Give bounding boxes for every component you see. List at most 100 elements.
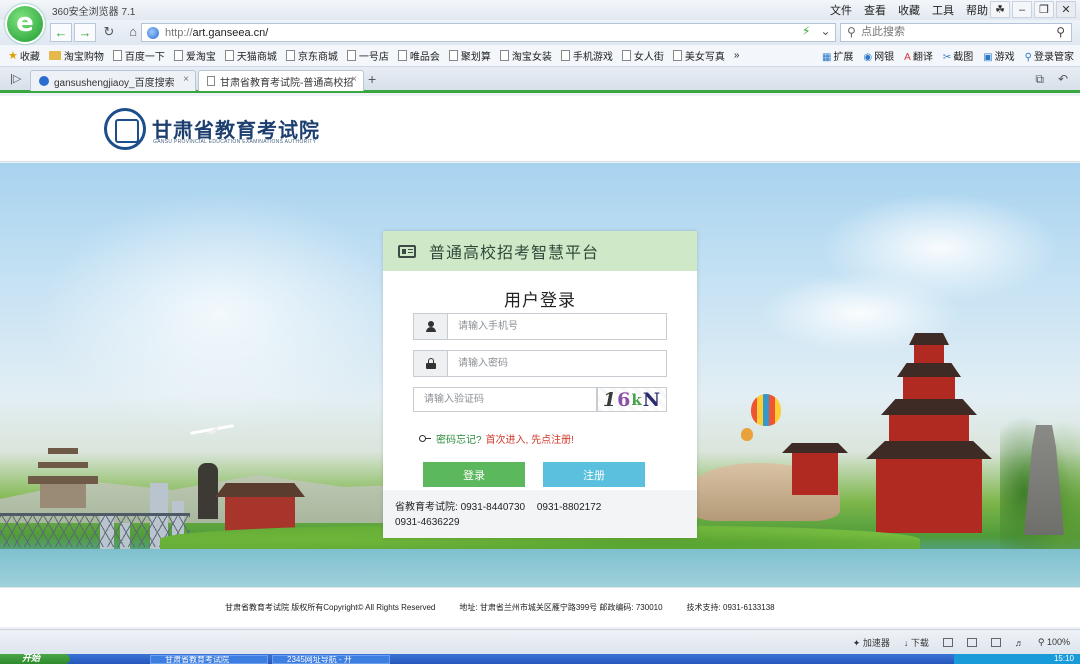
bookmark-women-street[interactable]: 女人街: [621, 48, 664, 63]
exam-authority-emblem-icon: [104, 108, 146, 150]
accelerator-button[interactable]: ✦ 加速器: [853, 636, 890, 649]
captcha-image[interactable]: 16kN: [597, 387, 667, 412]
system-tray: 15:10: [954, 654, 1080, 664]
close-button[interactable]: ✕: [1056, 1, 1076, 18]
address-bar[interactable]: http://art.ganseea.cn/: [141, 23, 836, 42]
browser-logo-icon[interactable]: e: [5, 4, 45, 44]
skin-icon[interactable]: ☘: [990, 1, 1010, 18]
bookmark-taobao-women[interactable]: 淘宝女装: [499, 48, 552, 63]
download-button[interactable]: ↓ 下载: [904, 636, 929, 649]
bookmark-tools: ▦ 扩展 ◉ 网银 A 翻译 ✂ 截图 ▣ 游戏 ⚲ 登录管家: [822, 48, 1074, 63]
search-box[interactable]: ⚲ ⚲: [840, 23, 1072, 42]
refresh-icon[interactable]: ↻: [98, 23, 120, 42]
bookmark-mobile-games[interactable]: 手机游戏: [560, 48, 613, 63]
pages-icon[interactable]: [966, 638, 977, 647]
login-manager-button[interactable]: ⚲ 登录管家: [1025, 48, 1074, 63]
restore-tabs-icon[interactable]: ⧉: [1035, 72, 1044, 87]
captcha-char: 6: [617, 388, 632, 411]
menu-favorites[interactable]: 收藏: [898, 2, 920, 18]
captcha-input[interactable]: [414, 388, 594, 411]
register-button[interactable]: 注册: [543, 462, 645, 487]
multi-tier-pagoda: [866, 333, 992, 533]
bookmark-photos[interactable]: 美女写真: [672, 48, 725, 63]
river: [0, 549, 1080, 587]
address-text[interactable]: http://art.ganseea.cn/: [165, 27, 268, 39]
bookmark-yhd[interactable]: 一号店: [346, 48, 389, 63]
volume-icon[interactable]: ♬: [1015, 638, 1024, 648]
password-input[interactable]: [448, 352, 666, 375]
maximize-button[interactable]: ❐: [1034, 1, 1054, 18]
bookmark-baidu[interactable]: 百度一下: [112, 48, 165, 63]
search-engine-icon[interactable]: ⚲: [847, 25, 856, 39]
page-icon: [285, 50, 295, 61]
tab-exam-authority[interactable]: 甘肃省教育考试院-普通高校招 ×: [198, 70, 364, 91]
translate-button[interactable]: A 翻译: [904, 48, 933, 63]
bookmark-ai-taobao[interactable]: 爱淘宝: [173, 48, 216, 63]
page-icon: [621, 50, 631, 61]
scissors-icon: ✂: [942, 52, 952, 63]
menu-help[interactable]: 帮助: [966, 2, 988, 18]
menu-tools[interactable]: 工具: [932, 2, 954, 18]
login-button[interactable]: 登录: [423, 462, 525, 487]
translate-icon: A: [904, 52, 911, 63]
menu-view[interactable]: 查看: [864, 2, 886, 18]
left-pavilion: [28, 448, 98, 508]
bookmark-favorites[interactable]: ★ 收藏: [8, 48, 40, 63]
taskbar-item-exam-authority[interactable]: 甘肃省教育考试院: [150, 655, 268, 664]
id-card-icon: [398, 244, 416, 258]
key-icon: [419, 435, 431, 442]
bookmark-taobao-shopping[interactable]: 淘宝购物: [48, 48, 104, 63]
start-button[interactable]: 开始: [0, 654, 70, 664]
sky-glow: [40, 193, 400, 433]
hot-air-balloon-icon: [741, 428, 753, 441]
tab-close-icon[interactable]: ×: [183, 74, 189, 85]
screenshot-button[interactable]: ✂ 截图: [943, 48, 973, 63]
search-icon[interactable]: ⚲: [1056, 25, 1065, 39]
first-visit-register-link[interactable]: 首次进入, 先点注册!: [486, 431, 574, 446]
panel-header: 普通高校招考智慧平台: [383, 231, 697, 271]
bookmarks-bar: ★ 收藏 淘宝购物 百度一下 爱淘宝 天猫商城 京东商城 一号店 唯品会 聚划算 …: [0, 45, 1080, 67]
small-temple: [782, 433, 848, 495]
hot-air-balloon-icon: [751, 394, 781, 426]
extensions-button[interactable]: ▦ 扩展: [822, 48, 853, 63]
back-arrow-icon[interactable]: ←: [50, 23, 72, 42]
tab-baidu-search[interactable]: gansushengjiaoy_百度搜索 ×: [30, 70, 196, 91]
bank-button[interactable]: ◉ 网银: [863, 48, 894, 63]
login-links: 密码忘记? 首次进入, 先点注册!: [419, 431, 574, 446]
forgot-password-link[interactable]: 密码忘记?: [436, 431, 482, 446]
bookmark-juhuasuan[interactable]: 聚划算: [448, 48, 491, 63]
page-icon: [224, 50, 234, 61]
baidu-favicon-icon: [39, 76, 49, 86]
captcha-char: N: [642, 388, 662, 411]
lightning-icon[interactable]: ⚡: [802, 24, 810, 38]
bookmark-vip[interactable]: 唯品会: [397, 48, 440, 63]
grid-icon: ▦: [821, 52, 832, 63]
phone-input[interactable]: [448, 315, 666, 338]
platform-title: 普通高校招考智慧平台: [429, 245, 600, 262]
navigation-bar: ← → ↻ ⌂ http://art.ganseea.cn/ ⚡ ⌄ ⚲ ⚲: [0, 20, 1080, 45]
bookmark-tmall[interactable]: 天猫商城: [224, 48, 277, 63]
forward-arrow-icon[interactable]: →: [74, 23, 96, 42]
sidebar-toggle-icon[interactable]: |▷: [10, 72, 21, 85]
clock: 15:10: [1053, 654, 1074, 663]
window-icon[interactable]: [942, 638, 953, 647]
taskbar-item-2345[interactable]: 2345网址导航 - 开: [272, 655, 390, 664]
key-icon: ⚲: [1024, 52, 1032, 63]
zoom-control[interactable]: ⚲ 100%: [1038, 637, 1070, 648]
menu-file[interactable]: 文件: [830, 2, 852, 18]
chevron-down-icon[interactable]: ⌄: [820, 24, 830, 38]
bookmark-jd[interactable]: 京东商城: [285, 48, 338, 63]
search-input[interactable]: [861, 24, 1041, 40]
tab-close-icon[interactable]: ×: [351, 74, 357, 85]
games-button[interactable]: ▣ 游戏: [983, 48, 1014, 63]
address-actions: ⚡ ⌄: [802, 24, 831, 38]
page-icon: [112, 50, 122, 61]
user-icon: [414, 314, 448, 339]
more-bookmarks-icon[interactable]: »: [734, 50, 740, 61]
page-icon: [560, 50, 570, 61]
fullscreen-icon[interactable]: [990, 638, 1001, 647]
undo-close-icon[interactable]: ↶: [1058, 72, 1068, 87]
new-tab-icon[interactable]: +: [368, 71, 376, 87]
contact-label: 省教育考试院:: [395, 502, 458, 513]
minimize-button[interactable]: –: [1012, 1, 1032, 18]
